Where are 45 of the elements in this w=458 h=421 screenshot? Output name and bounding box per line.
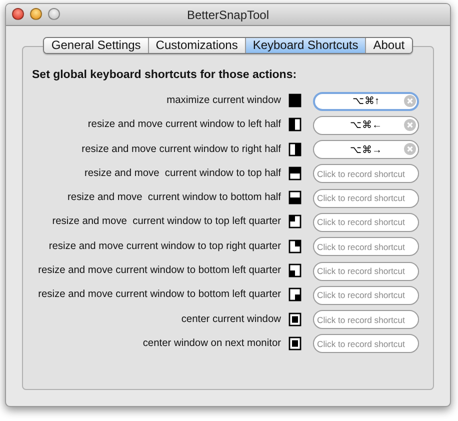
action-label: resize and move current window to left half bbox=[86, 119, 281, 130]
action-label: resize and move current window to bottom left quarter bbox=[37, 265, 281, 276]
window-region-icon bbox=[288, 214, 302, 230]
shortcut-field[interactable]: Click to record shortcut bbox=[313, 286, 419, 305]
shortcut-field[interactable]: ⌥⌘→ bbox=[313, 140, 419, 160]
window-region-icon bbox=[288, 263, 302, 278]
tab[interactable]: General Settings bbox=[44, 38, 148, 53]
window-region-icon bbox=[288, 117, 302, 132]
window-region-icon bbox=[288, 287, 302, 302]
window-region-icon bbox=[288, 93, 302, 108]
shortcut-field[interactable]: Click to record shortcut bbox=[313, 188, 419, 208]
action-label: resize and move current window to top left quarter bbox=[51, 216, 281, 228]
window-region-icon bbox=[288, 166, 302, 181]
window-title: BetterSnapTool bbox=[186, 8, 270, 22]
tab[interactable]: About bbox=[365, 38, 412, 53]
shortcut-field[interactable]: Click to record shortcut bbox=[313, 310, 419, 330]
zoom-button[interactable] bbox=[48, 8, 60, 20]
section-heading: Set global keyboard shortcuts for those actions: bbox=[32, 69, 298, 81]
shortcut-field[interactable]: Click to record shortcut bbox=[313, 237, 419, 256]
action-label: resize and move current window to bottom half bbox=[66, 192, 281, 204]
window-region-icon bbox=[288, 142, 302, 157]
shortcut-field[interactable]: ⌥⌘← bbox=[313, 116, 419, 135]
window-region-icon bbox=[288, 312, 302, 327]
shortcut-field[interactable]: Click to record shortcut bbox=[313, 262, 419, 281]
action-label: maximize current window bbox=[166, 95, 281, 106]
shortcut-field[interactable]: Click to record shortcut bbox=[313, 334, 419, 354]
window-region-icon bbox=[288, 336, 302, 351]
window-region-icon bbox=[288, 190, 302, 206]
shortcut-field[interactable]: Click to record shortcut bbox=[313, 212, 419, 232]
action-label: center window on next monitor bbox=[142, 338, 281, 349]
clear-icon[interactable] bbox=[404, 143, 416, 156]
close-button[interactable] bbox=[12, 8, 24, 20]
minimize-button[interactable] bbox=[30, 8, 42, 20]
shortcut-field[interactable]: ⌥⌘↑ bbox=[313, 92, 419, 110]
action-label: resize and move current window to top half bbox=[84, 168, 281, 179]
action-label: center current window bbox=[180, 314, 281, 325]
action-label: resize and move current window to right half bbox=[80, 144, 281, 155]
tab[interactable]: Keyboard Shortcuts bbox=[244, 38, 366, 53]
tab[interactable]: Customizations bbox=[148, 38, 245, 53]
clear-icon[interactable] bbox=[404, 118, 416, 131]
clear-icon[interactable] bbox=[404, 94, 416, 106]
action-label: resize and move current window to top right quarter bbox=[48, 240, 281, 252]
window-region-icon bbox=[288, 238, 302, 254]
shortcut-field[interactable]: Click to record shortcut bbox=[313, 164, 419, 184]
action-label: resize and move current window to bottom left quarter bbox=[37, 289, 281, 300]
